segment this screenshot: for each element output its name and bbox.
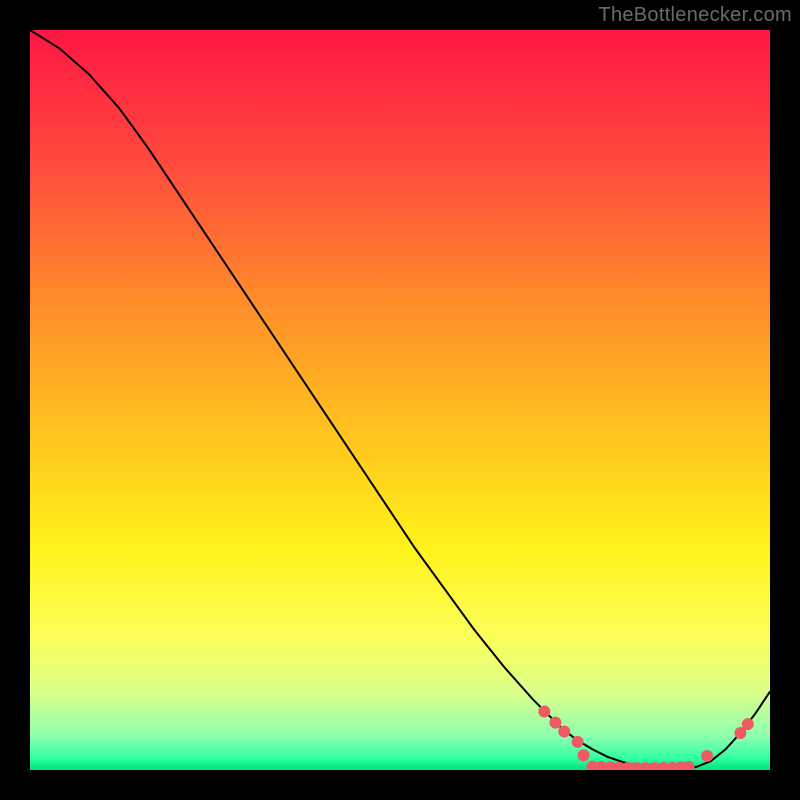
data-marker — [549, 717, 561, 729]
data-marker — [572, 736, 584, 748]
data-marker — [701, 750, 713, 762]
data-marker — [538, 706, 550, 718]
chart-plot — [30, 30, 770, 770]
gradient-background — [30, 30, 770, 770]
watermark-text: TheBottlenecker.com — [598, 4, 792, 27]
data-marker — [558, 726, 570, 738]
data-marker — [578, 749, 590, 761]
data-marker — [742, 718, 754, 730]
chart-frame: TheBottlenecker.com — [0, 0, 800, 800]
